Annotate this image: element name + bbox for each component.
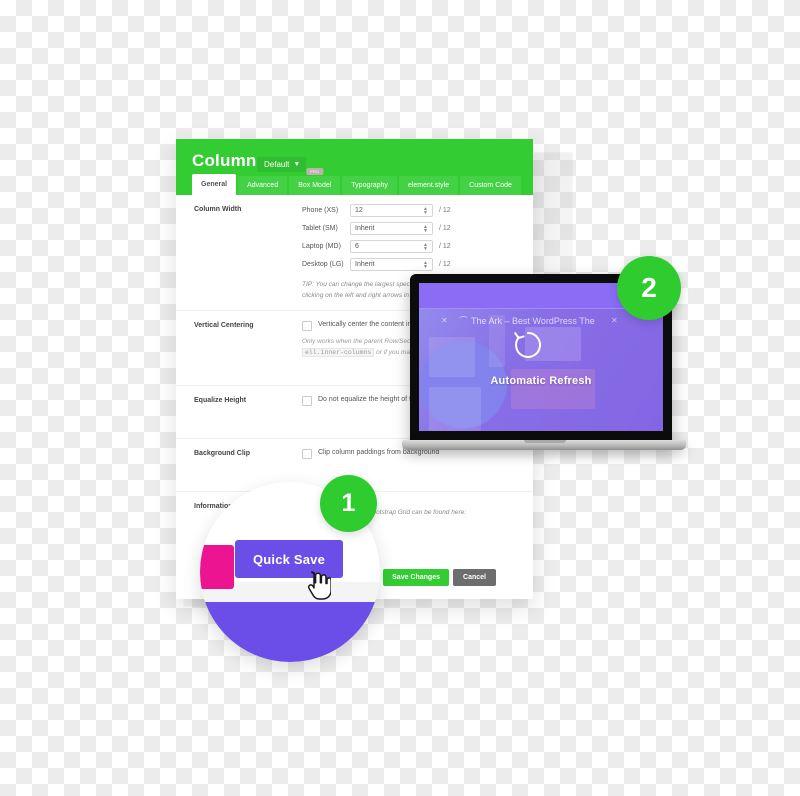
panel-header: Column Default ▼ General Advanced PRO Bo… (176, 139, 533, 195)
select-value: Inherit (355, 261, 375, 268)
column-width-tablet-select[interactable]: Inherit ▲ ▼ (350, 222, 433, 235)
row-label: Vertical Centering (194, 322, 254, 330)
column-width-laptop-select[interactable]: 6 ▲ ▼ (350, 240, 433, 253)
select-value: 6 (355, 243, 359, 250)
circular-refresh-arrow-icon (513, 330, 543, 360)
close-icon[interactable]: ✕ (611, 316, 618, 325)
page-title: Column (192, 151, 257, 170)
field-suffix: / 12 (439, 207, 451, 214)
select-value: Inherit (355, 225, 375, 232)
laptop-notch (524, 440, 566, 443)
magnifier-lower-fill (200, 600, 380, 662)
tab-label: General (201, 181, 228, 188)
select-value: 12 (355, 207, 363, 214)
tab-general[interactable]: General (192, 174, 237, 195)
hand-pointer-cursor (305, 570, 332, 600)
tab-custom-code[interactable]: Custom Code (460, 176, 521, 195)
field-label: Tablet (SM) (302, 225, 338, 232)
field-label: Desktop (LG) (302, 261, 344, 268)
chevron-down-icon: ▼ (293, 161, 301, 168)
automatic-refresh-label: Automatic Refresh (490, 375, 592, 387)
tab-typography[interactable]: Typography (342, 176, 397, 195)
tab-element-style[interactable]: element.style (398, 176, 459, 195)
pink-toggle-tab[interactable] (200, 545, 234, 589)
row-label: Column Width (194, 206, 242, 213)
browser-tab-title: The Ark – Best WordPress The (471, 316, 595, 326)
tab-advanced[interactable]: Advanced (238, 176, 288, 195)
quick-save-label: Quick Save (252, 551, 326, 567)
tab-label: Advanced (247, 182, 279, 189)
column-width-phone-select[interactable]: 12 ▲ ▼ (350, 204, 433, 217)
column-width-tablet: Tablet (SM) Inherit ▲ ▼ / 12 (302, 222, 523, 235)
stepper-icon[interactable]: ▲ ▼ (423, 261, 428, 270)
column-width-desktop: Desktop (LG) Inherit ▲ ▼ / 12 (302, 258, 523, 271)
field-suffix: / 12 (439, 243, 451, 250)
vertical-centering-checkbox[interactable] (302, 321, 312, 332)
tab-label: Box Model (298, 182, 332, 189)
row-label: Equalize Height (194, 397, 247, 405)
step-badge-1: 1 (320, 475, 377, 532)
cancel-button[interactable]: Cancel (453, 569, 496, 586)
tab-box-model[interactable]: PRO Box Model (289, 168, 341, 195)
preset-dropdown[interactable]: Default ▼ (257, 157, 307, 172)
note-code: ell.inner-columns (302, 348, 375, 358)
save-changes-button[interactable]: Save Changes (383, 569, 449, 586)
step-badge-2: 2 (617, 256, 681, 320)
equalize-height-checkbox[interactable] (302, 396, 312, 407)
tab-label: element.style (407, 182, 450, 189)
stepper-icon[interactable]: ▲ ▼ (423, 243, 428, 252)
column-width-desktop-select[interactable]: Inherit ▲ ▼ (350, 258, 433, 271)
field-suffix: / 12 (439, 261, 451, 268)
preset-dropdown-label: Default (264, 160, 290, 169)
field-label: Laptop (MD) (302, 243, 341, 250)
tab-label: Custom Code (469, 182, 512, 189)
column-width-laptop: Laptop (MD) 6 ▲ ▼ / 12 (302, 240, 523, 253)
row-label: Background Clip (194, 450, 251, 458)
field-label: Phone (XS) (302, 207, 339, 214)
close-icon[interactable]: ✕ (441, 316, 448, 325)
tab-bar: General Advanced PRO Box Model Typograph… (176, 168, 533, 195)
stepper-icon[interactable]: ▲ ▼ (423, 207, 428, 216)
stepper-icon[interactable]: ▲ ▼ (423, 225, 428, 234)
tab-label: Typography (351, 182, 388, 189)
preview-photo (419, 309, 663, 431)
column-width-phone: Phone (XS) 12 ▲ ▼ / 12 (302, 204, 523, 217)
back-arrow-icon[interactable] (459, 316, 468, 322)
pro-badge: PRO (306, 168, 324, 175)
background-clip-checkbox[interactable] (302, 449, 312, 460)
field-suffix: / 12 (439, 225, 451, 232)
